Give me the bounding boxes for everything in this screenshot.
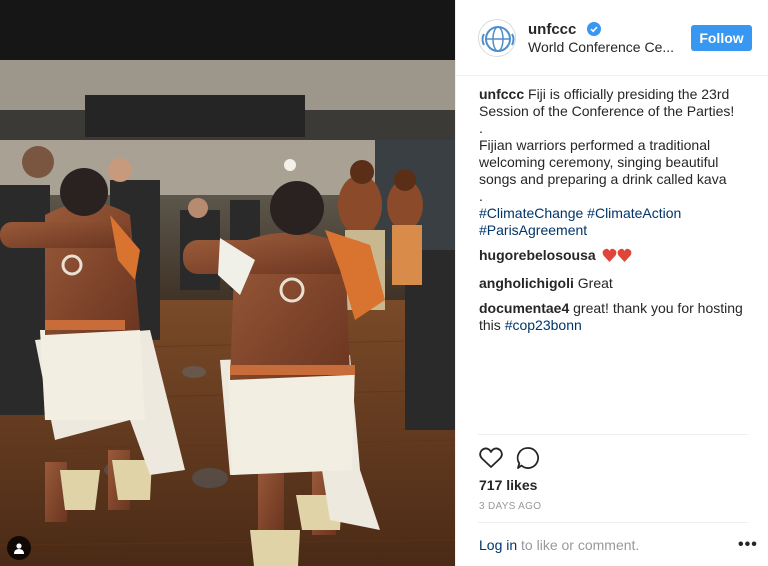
caption-hashtags[interactable]: #ClimateChange #ClimateAction #ParisAgre… <box>479 205 754 239</box>
heart-outline-icon[interactable] <box>478 445 504 471</box>
verified-badge-icon <box>587 22 601 36</box>
post-timestamp[interactable]: 3 DAYS AGO <box>479 501 541 512</box>
comment-bubble-icon[interactable] <box>515 445 541 471</box>
caption-dot-1: . <box>479 120 483 136</box>
comment-item: hugorebelosousa <box>479 247 754 267</box>
more-options-icon[interactable]: ••• <box>738 536 758 554</box>
heart-emoji-icon <box>602 248 632 267</box>
follow-button[interactable]: Follow <box>691 25 752 51</box>
post-photo[interactable] <box>0 0 455 566</box>
post-header: unfccc World Conference Ce... Follow <box>456 0 768 76</box>
comments-list: unfccc Fiji is officially presiding the … <box>479 86 754 342</box>
like-count[interactable]: 717 likes <box>479 477 537 493</box>
unfccc-logo-icon[interactable] <box>478 19 516 57</box>
user-tag-icon[interactable] <box>7 536 31 560</box>
post-author-username[interactable]: unfccc <box>528 21 576 38</box>
login-prompt-text: to like or comment. <box>517 537 640 553</box>
caption-text-2: Fijian warriors performed a traditional … <box>479 137 727 187</box>
comment-item: angholichigoli Great <box>479 275 754 292</box>
comment-username[interactable]: angholichigoli <box>479 275 574 291</box>
post-location[interactable]: World Conference Ce... <box>528 39 678 55</box>
caption: unfccc Fiji is officially presiding the … <box>479 86 754 239</box>
caption-dot-2: . <box>479 188 483 204</box>
comment-hashtag[interactable]: #cop23bonn <box>505 317 582 333</box>
login-link[interactable]: Log in <box>479 537 517 553</box>
comment-item: documentae4 great! thank you for hosting… <box>479 300 754 334</box>
login-divider <box>478 522 748 523</box>
comment-username[interactable]: hugorebelosousa <box>479 247 596 263</box>
ceremony-photo <box>0 0 455 566</box>
caption-username[interactable]: unfccc <box>479 86 524 102</box>
post-side-panel: unfccc World Conference Ce... Follow unf… <box>455 0 768 566</box>
actions-divider <box>478 434 748 435</box>
comment-text: Great <box>577 275 613 291</box>
login-prompt: Log in to like or comment. <box>479 537 639 553</box>
comment-username[interactable]: documentae4 <box>479 300 569 316</box>
